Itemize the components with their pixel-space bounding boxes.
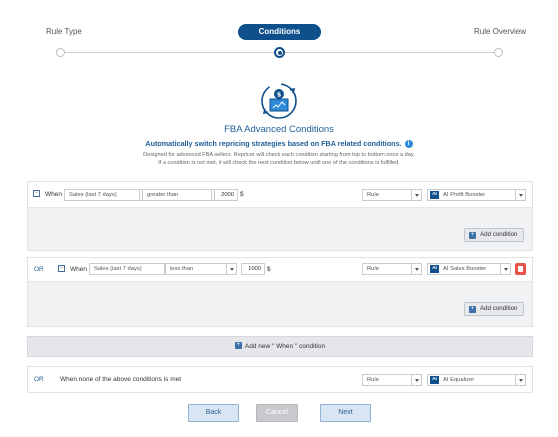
chevron-down-icon xyxy=(411,375,421,385)
chevron-down-icon xyxy=(500,264,510,274)
step-dot-rule-type[interactable] xyxy=(56,48,65,57)
collapse-toggle-2[interactable]: − xyxy=(58,265,65,272)
chevron-down-icon xyxy=(226,264,236,274)
add-condition-label-1: Add condition xyxy=(480,231,518,238)
strategy-select-1[interactable]: AI AI Profit Booster xyxy=(427,189,526,201)
step-rule-overview[interactable]: Rule Overview xyxy=(474,27,526,36)
add-when-label: Add new " When " condition xyxy=(244,343,326,350)
action-type-select-1[interactable]: Rule xyxy=(362,189,422,201)
action-type-select-1-value: Rule xyxy=(367,192,379,198)
or-label-fallback: OR xyxy=(34,376,44,383)
unit-label-2: $ xyxy=(267,266,271,273)
condition-block-2: OR − When Sales (last 7 days) less than … xyxy=(27,257,533,327)
next-button[interactable]: Next xyxy=(320,404,371,422)
description-line-1: Designed for advanced FBA sellers. Repri… xyxy=(143,152,415,158)
action-type-select-fallback-value: Rule xyxy=(367,377,379,383)
operator-select-1-value: greater than xyxy=(147,192,179,198)
metric-select-1[interactable]: Sales (last 7 days) xyxy=(64,189,150,201)
step-rule-type[interactable]: Rule Type xyxy=(46,27,82,36)
plus-icon: + xyxy=(234,342,242,350)
strategy-select-2-value: AI Sales Booster xyxy=(443,266,487,272)
strategy-select-fallback[interactable]: AI AI Equalizer xyxy=(427,374,526,386)
metric-select-2-value: Sales (last 7 days) xyxy=(94,266,142,272)
ai-badge-2: AI xyxy=(430,265,439,273)
condition-row-2: OR − When Sales (last 7 days) less than … xyxy=(28,258,532,282)
operator-select-2-value: less than xyxy=(170,266,194,272)
step-dot-rule-overview[interactable] xyxy=(494,48,503,57)
collapse-toggle-1[interactable]: − xyxy=(33,190,40,197)
strategy-select-2[interactable]: AI AI Sales Booster xyxy=(427,263,511,275)
value-input-2[interactable]: 1000 xyxy=(241,263,265,275)
info-icon[interactable]: i xyxy=(404,140,413,149)
strategy-select-fallback-value: AI Equalizer xyxy=(443,377,475,383)
metric-select-1-value: Sales (last 7 days) xyxy=(69,192,117,198)
action-type-select-2[interactable]: Rule xyxy=(362,263,422,275)
back-button[interactable]: Back xyxy=(188,404,239,422)
step-conditions[interactable]: Conditions xyxy=(238,24,321,40)
stepper-line-right xyxy=(285,52,494,53)
chevron-down-icon xyxy=(515,190,525,200)
action-type-select-fallback[interactable]: Rule xyxy=(362,374,422,386)
operator-select-2[interactable]: less than xyxy=(165,263,237,275)
cancel-button[interactable]: Cancel xyxy=(256,404,298,422)
add-condition-button-2[interactable]: + Add condition xyxy=(464,302,524,316)
strategy-select-1-value: AI Profit Booster xyxy=(443,192,486,198)
stepper-line-left xyxy=(64,52,274,53)
add-when-condition-button[interactable]: + Add new " When " condition xyxy=(27,336,533,357)
subtitle-text: Automatically switch repricing strategie… xyxy=(145,139,402,148)
unit-label-1: $ xyxy=(240,191,244,198)
page-subtitle: Automatically switch repricing strategie… xyxy=(0,139,558,149)
ai-badge-1: AI xyxy=(430,191,439,199)
condition-row-1: − When Sales (last 7 days) greater than … xyxy=(28,182,532,208)
when-label-1: When xyxy=(45,191,62,198)
add-condition-label-2: Add condition xyxy=(480,305,518,312)
svg-text:$: $ xyxy=(277,90,282,98)
description-line-2: If a condition is not met, it will check… xyxy=(158,160,400,166)
when-label-2: When xyxy=(70,266,87,273)
plus-icon: + xyxy=(469,306,476,313)
value-input-1[interactable]: 2000 xyxy=(214,189,238,201)
fba-switch-icon: $ xyxy=(261,83,297,119)
ai-badge-fallback: AI xyxy=(430,376,439,384)
chevron-down-icon xyxy=(411,264,421,274)
page-title: FBA Advanced Conditions xyxy=(224,124,334,135)
delete-condition-button-2[interactable] xyxy=(515,263,526,275)
chevron-down-icon xyxy=(411,190,421,200)
metric-select-2[interactable]: Sales (last 7 days) xyxy=(89,263,175,275)
or-label-2: OR xyxy=(34,266,44,273)
fallback-row: OR When none of the above conditions is … xyxy=(27,366,533,393)
plus-icon: + xyxy=(469,232,476,239)
action-type-select-2-value: Rule xyxy=(367,266,379,272)
operator-select-1[interactable]: greater than xyxy=(142,189,222,201)
condition-block-1: − When Sales (last 7 days) greater than … xyxy=(27,181,533,251)
add-condition-button-1[interactable]: + Add condition xyxy=(464,228,524,242)
chevron-down-icon xyxy=(515,375,525,385)
step-dot-conditions[interactable] xyxy=(274,47,285,58)
fallback-text: When none of the above conditions is met xyxy=(60,376,182,383)
